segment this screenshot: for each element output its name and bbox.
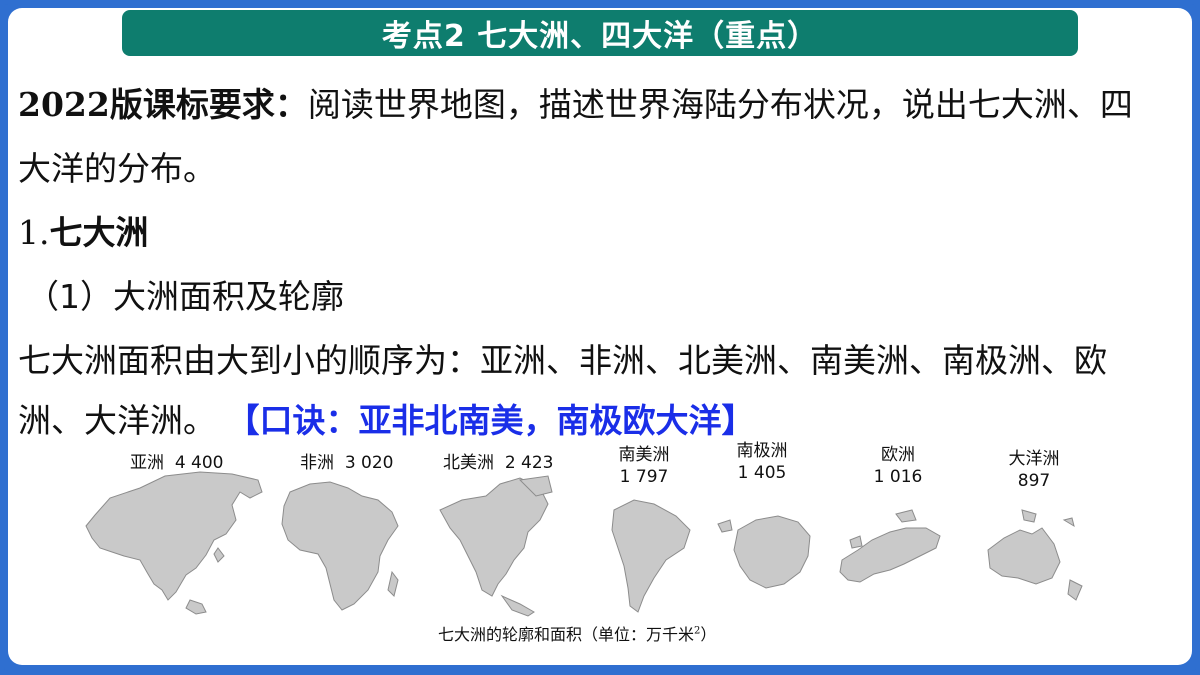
europe-outline <box>839 527 941 583</box>
figure-caption: 七大洲的轮廓和面积（单位：万千米2） <box>438 625 717 644</box>
south-america-outline <box>611 499 691 613</box>
asia-outline <box>85 471 263 601</box>
north-america-outline <box>439 477 549 597</box>
continent-outlines <box>85 471 1083 617</box>
oceania-outline <box>987 527 1061 585</box>
antarctica-outline <box>733 515 811 589</box>
africa-outline <box>281 481 399 611</box>
